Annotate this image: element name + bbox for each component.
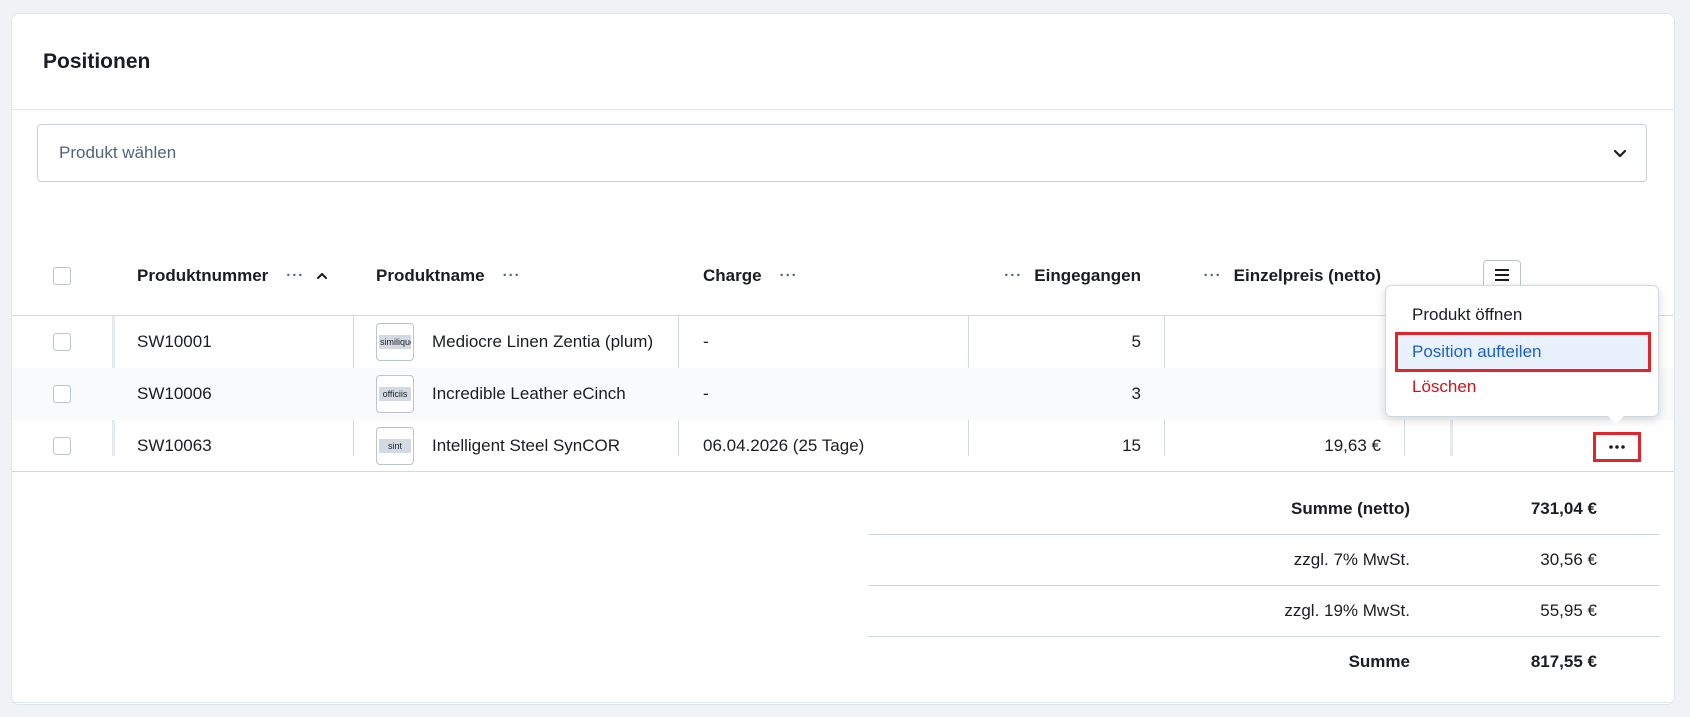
header-unit-price-label: Einzelpreis (netto) (1233, 265, 1381, 285)
product-number-cell: SW10006 (137, 384, 212, 403)
thumbnail-label: similique (379, 335, 411, 349)
row-checkbox-cell (53, 368, 71, 420)
card-title: Positionen (43, 49, 151, 73)
more-horizontal-icon (1609, 445, 1625, 449)
vat19-value: 55,95 € (1540, 601, 1597, 620)
product-number-cell: SW10001 (137, 332, 212, 351)
product-name-cell: officiis Incredible Leather eCinch (376, 368, 626, 420)
row-context-menu: Produkt öffnen Position aufteilen Lösche… (1385, 285, 1659, 417)
menu-item-open-product[interactable]: Produkt öffnen (1398, 298, 1648, 332)
received-cell: 15 (1122, 435, 1141, 455)
grand-total-value: 817,55 € (1530, 652, 1597, 671)
received-cell: 5 (1131, 332, 1141, 351)
row-checkbox[interactable] (53, 436, 71, 455)
batch-cell: - (703, 384, 709, 403)
vat19-label: zzgl. 19% MwSt. (1284, 601, 1410, 620)
page-divider (11, 702, 1673, 703)
unit-price-cell: 19,63 € (1324, 435, 1381, 455)
net-total-label: Summe (netto) (1291, 499, 1410, 518)
menu-item-split-position[interactable]: Position aufteilen (1395, 332, 1651, 372)
summary-row-vat19: zzgl. 19% MwSt. 55,95 € (868, 586, 1660, 637)
row-checkbox-cell (53, 316, 71, 368)
context-menu-arrow (1608, 416, 1624, 424)
select-all-checkbox[interactable] (53, 266, 71, 285)
product-name: Incredible Leather eCinch (432, 384, 626, 403)
vat7-label: zzgl. 7% MwSt. (1293, 550, 1410, 569)
card-header: Positionen (12, 14, 1674, 110)
product-thumbnail: officiis (376, 375, 414, 413)
header-product-name[interactable]: Produktname ··· (376, 236, 676, 315)
batch-cell: 06.04.2026 (25 Tage) (703, 435, 865, 455)
thumbnail-label: officiis (379, 387, 411, 401)
table-row: SW10063 sint Intelligent Steel SynCOR 06… (12, 420, 1674, 472)
header-product-name-label: Produktname (376, 265, 485, 285)
header-batch-label: Charge (703, 265, 762, 285)
product-name: Intelligent Steel SynCOR (432, 435, 621, 455)
grand-total-label: Summe (1348, 652, 1410, 671)
summary-row-vat7: zzgl. 7% MwSt. 30,56 € (868, 535, 1660, 586)
summary-row-net: Summe (netto) 731,04 € (868, 484, 1660, 535)
header-product-number[interactable]: Produktnummer ··· (137, 236, 353, 315)
header-received[interactable]: ··· Eingegangen (969, 236, 1141, 315)
row-checkbox[interactable] (53, 385, 71, 403)
sort-ascending-icon[interactable] (316, 270, 328, 282)
column-menu-icon[interactable]: ··· (503, 267, 521, 284)
header-batch[interactable]: Charge ··· (703, 236, 963, 315)
product-name-cell: similique Mediocre Linen Zentia (plum) (376, 316, 653, 368)
product-number-cell: SW10063 (137, 435, 212, 455)
menu-item-delete[interactable]: Löschen (1398, 370, 1648, 404)
row-checkbox[interactable] (53, 333, 71, 351)
header-product-number-label: Produktnummer (137, 265, 269, 285)
batch-cell: - (703, 332, 709, 351)
chevron-down-icon (1613, 149, 1627, 158)
product-select[interactable]: Produkt wählen (37, 124, 1647, 182)
net-total-value: 731,04 € (1530, 499, 1597, 518)
row-checkbox-cell (53, 420, 71, 471)
column-menu-icon[interactable]: ··· (1204, 267, 1222, 284)
hamburger-icon (1495, 269, 1509, 281)
product-name: Mediocre Linen Zentia (plum) (432, 332, 654, 351)
product-thumbnail: sint (376, 426, 414, 465)
header-received-label: Eingegangen (1034, 265, 1141, 285)
thumbnail-label: sint (379, 438, 411, 453)
product-name-cell: sint Intelligent Steel SynCOR (376, 420, 620, 471)
product-thumbnail: similique (376, 323, 414, 361)
column-menu-icon[interactable]: ··· (780, 267, 798, 284)
select-all-cell (53, 236, 71, 315)
column-menu-icon[interactable]: ··· (286, 267, 304, 284)
received-cell: 3 (1131, 384, 1141, 403)
row-actions-button[interactable] (1593, 432, 1641, 462)
product-select-placeholder: Produkt wählen (59, 143, 177, 162)
column-menu-icon[interactable]: ··· (1004, 267, 1022, 284)
header-unit-price[interactable]: ··· Einzelpreis (netto) (1165, 236, 1381, 315)
summary-row-total: Summe 817,55 € (868, 637, 1660, 688)
totals-summary: Summe (netto) 731,04 € zzgl. 7% MwSt. 30… (868, 484, 1660, 688)
vat7-value: 30,56 € (1540, 550, 1597, 569)
